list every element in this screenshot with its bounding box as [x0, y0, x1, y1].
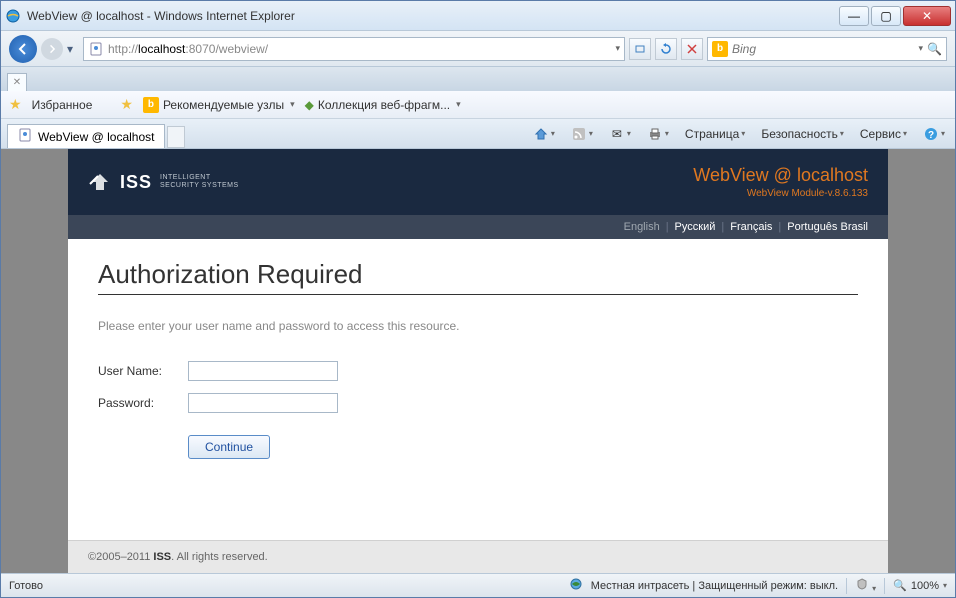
tools-menu[interactable]: Сервис▾	[856, 125, 911, 143]
rss-icon	[571, 126, 587, 142]
mail-icon: ✉	[609, 126, 625, 142]
navbar: ▾ http://localhost:8070/webview/ ▾ b ▾ 🔍	[1, 31, 955, 67]
status-sep	[884, 578, 885, 594]
lang-portuguese[interactable]: Português Brasil	[787, 221, 868, 233]
zoom-icon: 🔍	[893, 579, 907, 592]
page-footer: ©2005–2011 ISS. All rights reserved.	[68, 540, 888, 573]
favorites-label[interactable]: Избранное	[32, 98, 93, 112]
language-bar: English | Русский | Français | Português…	[68, 215, 888, 239]
page-icon	[88, 41, 104, 57]
logo-sub-2: SECURITY SYSTEMS	[160, 182, 239, 190]
bing-icon-small: b	[143, 97, 159, 113]
status-sep	[846, 578, 847, 594]
bing-icon: b	[712, 41, 728, 57]
favorites-star-icon[interactable]: ★	[9, 96, 22, 113]
add-favorite-button[interactable]: ★	[120, 96, 133, 113]
window-title: WebView @ localhost - Windows Internet E…	[27, 9, 839, 23]
viewport: ISS INTELLIGENT SECURITY SYSTEMS WebView…	[1, 149, 955, 573]
compat-view-button[interactable]	[629, 38, 651, 60]
zone-icon	[569, 577, 583, 594]
page-heading: Authorization Required	[98, 259, 858, 295]
lang-russian[interactable]: Русский	[675, 221, 716, 233]
feeds-button[interactable]: ▾	[567, 124, 597, 144]
lang-sep: |	[721, 221, 724, 233]
command-bar: ▾ ▾ ✉▾ ▾ Страница▾ Безопасность▾ Сервис▾…	[529, 124, 949, 144]
webslice-icon: ◆	[305, 98, 314, 112]
home-button[interactable]: ▾	[529, 124, 559, 144]
status-bar: Готово Местная интрасеть | Защищенный ре…	[1, 573, 955, 597]
protected-mode-icon[interactable]: ▾	[855, 577, 876, 594]
maximize-button[interactable]: ▢	[871, 6, 901, 26]
back-button[interactable]	[9, 35, 37, 63]
iss-logo: ISS INTELLIGENT SECURITY SYSTEMS	[88, 170, 239, 194]
lang-sep: |	[778, 221, 781, 233]
active-tab[interactable]: WebView @ localhost	[7, 124, 165, 148]
search-dropdown-icon[interactable]: ▾	[919, 43, 924, 54]
favorites-bar: ★ Избранное ★ b Рекомендуемые узлы ◆ Кол…	[1, 91, 955, 119]
address-dropdown-icon[interactable]: ▾	[615, 43, 620, 54]
svg-text:?: ?	[928, 130, 934, 141]
logo-mark-icon	[88, 170, 112, 194]
webpage: ISS INTELLIGENT SECURITY SYSTEMS WebView…	[68, 149, 888, 573]
page-menu[interactable]: Страница▾	[681, 125, 749, 143]
nav-history-dropdown[interactable]: ▾	[67, 42, 79, 56]
safety-menu[interactable]: Безопасность▾	[757, 125, 848, 143]
search-go-icon[interactable]: 🔍	[927, 42, 942, 56]
new-tab-button[interactable]	[167, 126, 185, 148]
ie-icon	[5, 8, 21, 24]
address-bar[interactable]: http://localhost:8070/webview/ ▾	[83, 37, 625, 61]
continue-button[interactable]: Continue	[188, 435, 270, 459]
stop-button[interactable]	[681, 38, 703, 60]
tab-title: WebView @ localhost	[38, 130, 154, 144]
status-zone: Местная интрасеть | Защищенный режим: вы…	[591, 580, 838, 592]
help-icon: ?	[923, 126, 939, 142]
tabstrip-close-button[interactable]: ✕	[7, 73, 27, 91]
logo-sub-1: INTELLIGENT	[160, 174, 239, 182]
lang-sep: |	[666, 221, 669, 233]
close-button[interactable]: ✕	[903, 6, 951, 26]
tab-favicon	[18, 128, 32, 145]
username-input[interactable]	[188, 361, 338, 381]
tab-close-strip: ✕	[1, 67, 955, 91]
instruction-text: Please enter your user name and password…	[98, 319, 858, 333]
refresh-button[interactable]	[655, 38, 677, 60]
username-label: User Name:	[98, 364, 188, 378]
print-button[interactable]: ▾	[643, 124, 673, 144]
titlebar: WebView @ localhost - Windows Internet E…	[1, 1, 955, 31]
page-header: ISS INTELLIGENT SECURITY SYSTEMS WebView…	[68, 149, 888, 215]
lang-french[interactable]: Français	[730, 221, 772, 233]
mail-button[interactable]: ✉▾	[605, 124, 635, 144]
home-icon	[533, 126, 549, 142]
search-box[interactable]: b ▾ 🔍	[707, 37, 947, 61]
suggested-sites-button[interactable]: b Рекомендуемые узлы	[143, 97, 295, 113]
page-content: Authorization Required Please enter your…	[68, 239, 888, 540]
zoom-value: 100%	[911, 580, 939, 592]
webview-version: WebView Module-v.8.6.133	[693, 188, 868, 199]
zoom-control[interactable]: 🔍 100% ▾	[893, 579, 947, 592]
search-input[interactable]	[732, 42, 915, 56]
print-icon	[647, 126, 663, 142]
password-input[interactable]	[188, 393, 338, 413]
lang-english[interactable]: English	[624, 221, 660, 233]
logo-text: ISS	[120, 172, 152, 193]
status-ready: Готово	[9, 580, 43, 592]
webview-title: WebView @ localhost	[693, 165, 868, 186]
url-text: http://localhost:8070/webview/	[108, 42, 611, 56]
password-label: Password:	[98, 396, 188, 410]
browser-window: WebView @ localhost - Windows Internet E…	[0, 0, 956, 598]
help-button[interactable]: ? ▾	[919, 124, 949, 144]
minimize-button[interactable]: —	[839, 6, 869, 26]
web-slices-button[interactable]: ◆ Коллекция веб-фрагм...	[305, 98, 461, 112]
tab-command-row: WebView @ localhost ▾ ▾ ✉▾ ▾ Ст	[1, 119, 955, 149]
forward-button[interactable]	[41, 38, 63, 60]
